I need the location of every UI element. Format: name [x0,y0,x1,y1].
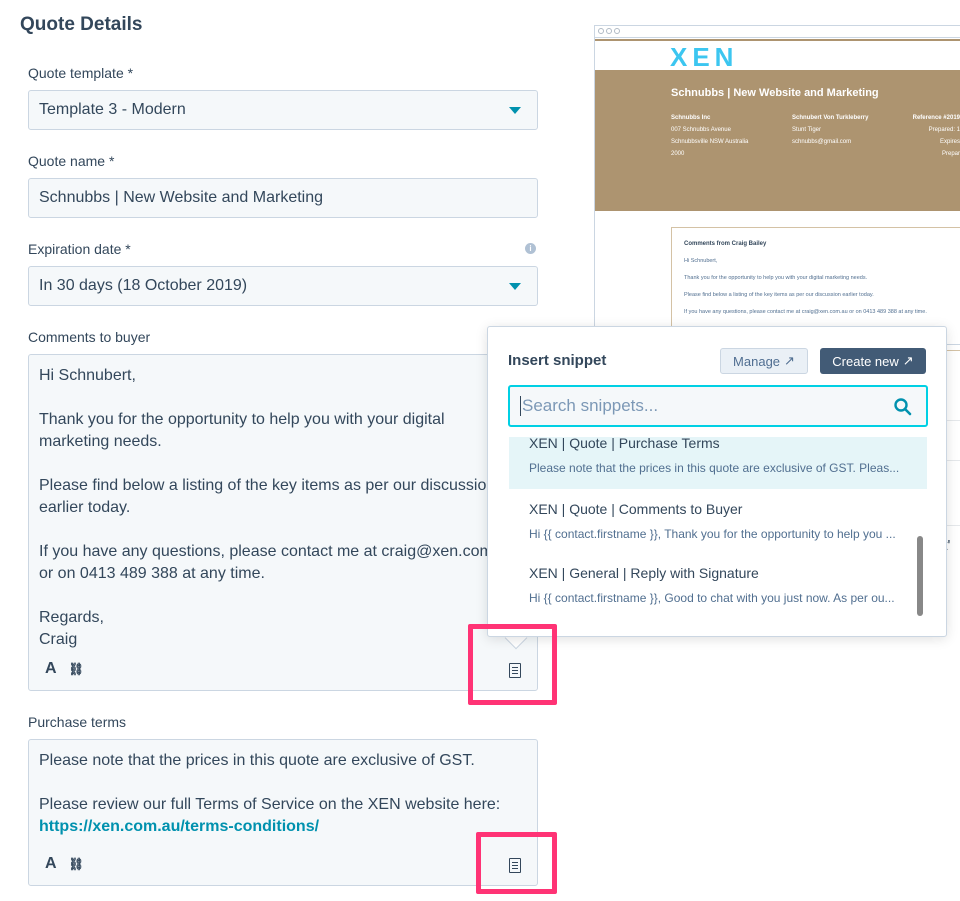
comment-line: Please find below a listing of the key i… [39,477,496,494]
comment-line [39,453,527,475]
preview-company-line: Schnubbs Inc [671,115,711,121]
quote-template-label: Quote template * [28,65,134,81]
expiration-date-label: Expiration date * [28,241,131,257]
page-title: Quote Details [20,14,143,35]
quote-name-value: Schnubbs | New Website and Marketing [39,189,324,206]
info-icon[interactable]: i [525,243,536,254]
window-dots [595,26,960,38]
preview-reference-line: Expires [939,139,960,145]
chevron-down-icon [509,107,521,114]
link-icon[interactable]: ⛓ [69,853,84,875]
snippet-name: XEN | General | Reply with Signature [529,565,759,581]
purchase-terms-textarea[interactable]: Please note that the prices in this quot… [28,739,538,886]
preview-comment-line: Please find below a listing of the key i… [684,292,874,298]
search-snippets-input[interactable]: Search snippets... [508,385,928,427]
snippet-preview: Hi {{ contact.firstname }}, Good to chat… [529,591,895,605]
quote-template-value: Template 3 - Modern [39,101,186,118]
preview-contact-line: schnubbs@gmail.com [792,139,852,145]
insert-snippet-popup: Insert snippet Manage ↗ Create new ↗ Searc… [487,326,947,637]
preview-reference-line: Prepar [941,151,960,157]
snippet-preview: Hi {{ contact.firstname }}, Thank you fo… [529,527,896,541]
preview-comment-line: Hi Schnubert, [684,258,718,264]
comment-line [39,387,527,409]
comment-line: Craig [39,631,78,648]
terms-link[interactable]: https://xen.com.au/terms-conditions/ [39,816,527,838]
create-new-label: Create new [832,353,899,369]
scrollbar[interactable] [917,536,923,616]
highlight-box [468,624,557,705]
snippet-name: XEN | Quote | Purchase Terms [529,435,720,451]
chevron-down-icon [509,283,521,290]
quote-name-input[interactable]: Schnubbs | New Website and Marketing [28,178,538,218]
preview-title: Schnubbs | New Website and Marketing [671,87,879,99]
create-new-button[interactable]: Create new ↗ [820,348,926,374]
comment-line: Hi Schnubert, [39,367,136,384]
snippet-name: XEN | Quote | Comments to Buyer [529,501,743,517]
comment-line [39,585,527,607]
comment-line: or on 0413 489 388 at any time. [39,565,265,582]
comment-line: earlier today. [39,499,131,516]
preview-reference-line: Reference #2019 [912,115,960,121]
comment-line: Thank you for the opportunity to help yo… [39,411,445,428]
comments-textarea[interactable]: Hi Schnubert, Thank you for the opportuni… [28,354,538,691]
preview-header: Schnubbs | New Website and Marketing Sch… [595,70,960,211]
manage-button[interactable]: Manage ↗ [720,348,808,374]
preview-company-line: 007 Schnubbs Avenue [671,127,731,133]
quote-name-label: Quote name * [28,153,115,169]
external-link-icon: ↗ [784,353,795,368]
font-style-icon[interactable]: A [45,658,57,680]
preview-comment-line: Thank you for the opportunity to help yo… [684,275,868,281]
search-placeholder: Search snippets... [520,396,659,416]
comment-line [39,519,527,541]
external-link-icon: ↗ [902,353,914,368]
font-style-icon[interactable]: A [45,853,57,875]
comments-label: Comments to buyer [28,329,151,345]
highlight-box [476,832,557,894]
snippet-item[interactable]: XEN | Quote | Comments to Buyer Hi {{ con… [509,501,927,553]
comment-line: Regards, [39,609,104,626]
preview-company-line: 2000 [671,151,685,157]
manage-label: Manage [733,353,781,369]
preview-reference-line: Prepared: 1 [928,127,960,133]
snippet-item[interactable]: XEN | General | Reply with Signature Hi {… [509,565,927,617]
popup-title: Insert snippet [508,352,607,369]
preview-comment-line: If you have any questions, please contac… [684,309,927,315]
quote-template-select[interactable]: Template 3 - Modern [28,90,538,130]
snippet-item[interactable]: XEN | Quote | Purchase Terms Please note … [509,435,927,489]
terms-line: Please note that the prices in this quot… [39,752,475,769]
expiration-date-value: In 30 days (18 October 2019) [39,277,248,294]
purchase-terms-label: Purchase terms [28,714,127,730]
xen-logo: XEN [670,42,739,72]
link-icon[interactable]: ⛓ [69,658,84,680]
preview-comments-heading: Comments from Craig Bailey [684,241,767,247]
preview-contact-line: Schnubert Von Turkleberry [792,115,869,121]
snippet-preview: Please note that the prices in this quot… [529,461,900,475]
terms-line: Please review our full Terms of Service … [39,796,501,813]
expiration-date-select[interactable]: In 30 days (18 October 2019) [28,266,538,306]
comment-line: If you have any questions, please contac… [39,543,516,560]
comment-line: marketing needs. [39,433,162,450]
quote-preview: XEN Schnubbs | New Website and Marketing… [594,25,960,345]
preview-contact-line: Stunt Tiger [792,127,822,133]
search-icon[interactable] [894,398,912,416]
preview-company-line: Schnubbsville NSW Australia [671,139,749,145]
